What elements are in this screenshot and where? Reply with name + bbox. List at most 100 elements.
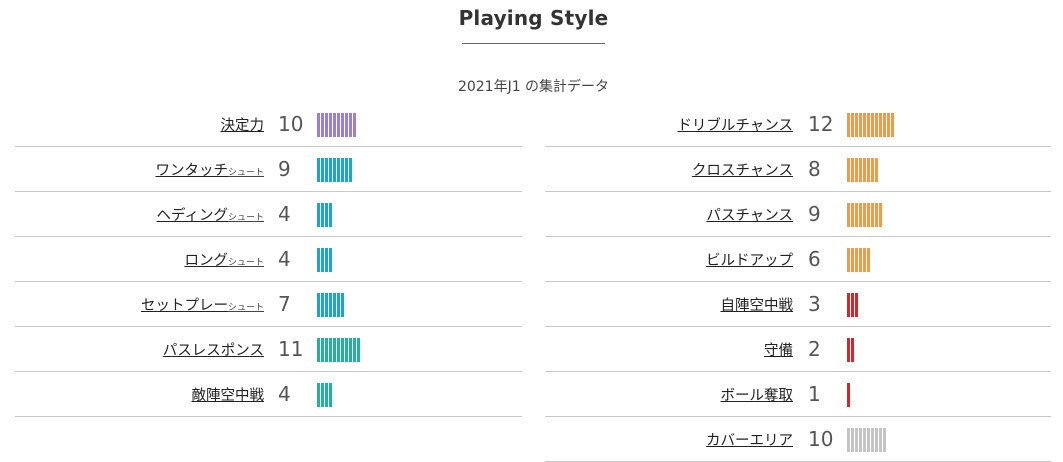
stat-bar-segment <box>317 293 320 317</box>
stat-bar-meter <box>847 338 854 362</box>
stat-label-link[interactable]: ロングシュート <box>184 249 264 270</box>
stat-bar-segment <box>329 203 332 227</box>
stat-bar-segment <box>345 338 348 362</box>
stat-value: 12 <box>808 112 834 136</box>
stat-bar-meter <box>317 383 332 407</box>
stat-label-link[interactable]: 敵陣空中戦 <box>192 384 265 405</box>
stat-bar-segment <box>855 158 858 182</box>
stat-bar-segment <box>337 338 340 362</box>
stat-bar-segment <box>851 248 854 272</box>
stat-bar-segment <box>345 113 348 137</box>
stat-label-link[interactable]: 決定力 <box>221 114 265 135</box>
stat-label-text: カバーエリア <box>706 433 793 449</box>
stat-bar-segment <box>341 158 344 182</box>
stat-bar-segment <box>859 113 862 137</box>
stat-label-link[interactable]: ドリブルチャンス <box>677 114 793 135</box>
stat-row: ドリブルチャンス 12 <box>545 102 1051 147</box>
stat-bar-segment <box>333 293 336 317</box>
stat-row: 決定力 10 <box>15 102 522 147</box>
stat-bar-segment <box>847 248 850 272</box>
stat-value: 3 <box>808 292 821 316</box>
stat-label-text: セットプレー <box>140 298 228 314</box>
stat-row: ロングシュート 4 <box>15 237 522 282</box>
stat-bar-segment <box>883 113 886 137</box>
stat-value: 4 <box>278 202 291 226</box>
stat-bar-segment <box>867 248 870 272</box>
stat-bar-meter <box>847 293 858 317</box>
stat-row: セットプレーシュート 7 <box>15 282 522 327</box>
stat-label-text: ワンタッチ <box>155 163 228 179</box>
stat-bar-segment <box>875 158 878 182</box>
stat-value: 10 <box>808 427 834 451</box>
stat-bar-segment <box>349 338 352 362</box>
stat-label-link[interactable]: 守備 <box>764 339 793 360</box>
stat-bar-segment <box>325 248 328 272</box>
stat-bar-segment <box>859 428 862 452</box>
stat-label-text: 敵陣空中戦 <box>191 388 265 404</box>
stat-label-link[interactable]: ワンタッチシュート <box>155 159 264 180</box>
stat-bar-segment <box>847 203 850 227</box>
stat-bar-segment <box>349 158 352 182</box>
stat-bar-segment <box>847 338 850 362</box>
stat-value: 6 <box>808 247 821 271</box>
stat-value: 9 <box>278 157 291 181</box>
stat-bar-segment <box>851 428 854 452</box>
stat-bar-segment <box>871 158 874 182</box>
stat-bar-segment <box>875 113 878 137</box>
stat-label-link[interactable]: セットプレーシュート <box>141 294 264 315</box>
stat-bar-segment <box>317 203 320 227</box>
stat-row: 自陣空中戦 3 <box>545 282 1051 327</box>
stat-label-text: クロスチャンス <box>691 163 793 179</box>
stat-row: ボール奪取 1 <box>545 372 1051 417</box>
stat-bar-segment <box>847 293 850 317</box>
stat-value: 4 <box>278 382 291 406</box>
stat-label-link[interactable]: パスレスポンス <box>163 339 264 360</box>
stat-bar-segment <box>891 113 894 137</box>
stat-label-link[interactable]: ボール奪取 <box>721 384 794 405</box>
stat-bar-meter <box>317 113 356 137</box>
stat-label-suffix: シュート <box>227 258 264 268</box>
stat-value: 7 <box>278 292 291 316</box>
stat-bar-segment <box>353 338 356 362</box>
stat-label-text: ボール奪取 <box>720 388 794 404</box>
stat-bar-segment <box>317 113 320 137</box>
stat-label-link[interactable]: クロスチャンス <box>692 159 793 180</box>
stat-label-text: ドリブルチャンス <box>677 118 793 134</box>
stat-bar-segment <box>867 203 870 227</box>
stat-row: カバーエリア 10 <box>545 417 1051 462</box>
stat-bar-meter <box>847 203 882 227</box>
stat-bar-segment <box>333 113 336 137</box>
stat-value: 1 <box>808 382 821 406</box>
stat-bar-segment <box>867 428 870 452</box>
stat-label-link[interactable]: パスチャンス <box>706 204 793 225</box>
stat-bar-segment <box>325 113 328 137</box>
stat-label-text: ヘディング <box>156 208 228 224</box>
stat-label-link[interactable]: ヘディングシュート <box>156 204 264 225</box>
stat-row: 敵陣空中戦 4 <box>15 372 522 417</box>
stat-bar-segment <box>341 293 344 317</box>
right-stats-column: ドリブルチャンス 12 クロスチャンス 8 パスチャンス 9 ビルドアップ 6 自陣空中戦 3 守備… <box>545 102 1051 462</box>
stat-label-link[interactable]: ビルドアップ <box>706 249 793 270</box>
stat-row: ワンタッチシュート 9 <box>15 147 522 192</box>
stat-bar-segment <box>855 113 858 137</box>
stat-label-link[interactable]: カバーエリア <box>706 429 793 450</box>
stat-bar-segment <box>871 428 874 452</box>
stat-bar-segment <box>317 383 320 407</box>
stat-bar-segment <box>863 158 866 182</box>
stat-bar-segment <box>855 203 858 227</box>
stat-value: 11 <box>278 337 304 361</box>
stat-bar-segment <box>321 158 324 182</box>
stat-bar-segment <box>883 428 886 452</box>
stat-bar-segment <box>863 248 866 272</box>
stat-row: ヘディングシュート 4 <box>15 192 522 237</box>
stat-bar-segment <box>329 113 332 137</box>
stat-bar-meter <box>847 383 850 407</box>
stat-bar-meter <box>317 203 332 227</box>
stat-value: 4 <box>278 247 291 271</box>
stat-bar-meter <box>847 113 894 137</box>
stat-label-link[interactable]: 自陣空中戦 <box>721 294 794 315</box>
stat-bar-meter <box>317 338 360 362</box>
stat-bar-segment <box>325 203 328 227</box>
stat-bar-segment <box>325 293 328 317</box>
stat-bar-segment <box>329 248 332 272</box>
